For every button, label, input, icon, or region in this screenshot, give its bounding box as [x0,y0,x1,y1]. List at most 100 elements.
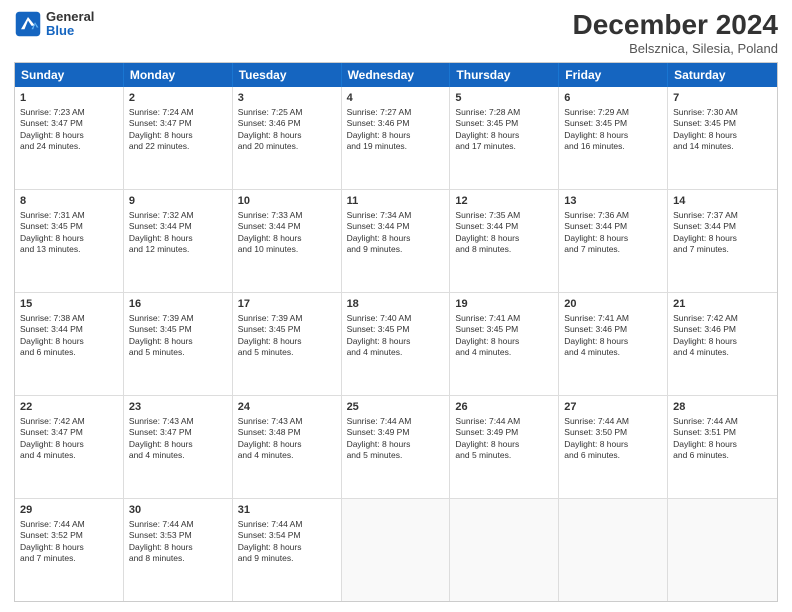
cell-info: Sunrise: 7:39 AM Sunset: 3:45 PM Dayligh… [129,313,227,359]
cal-cell-28: 28Sunrise: 7:44 AM Sunset: 3:51 PM Dayli… [668,396,777,498]
cal-cell-21: 21Sunrise: 7:42 AM Sunset: 3:46 PM Dayli… [668,293,777,395]
logo-icon [14,10,42,38]
cal-cell-4: 4Sunrise: 7:27 AM Sunset: 3:46 PM Daylig… [342,87,451,189]
cal-cell-3: 3Sunrise: 7:25 AM Sunset: 3:46 PM Daylig… [233,87,342,189]
day-number: 6 [564,91,662,106]
cal-cell-29: 29Sunrise: 7:44 AM Sunset: 3:52 PM Dayli… [15,499,124,601]
day-number: 30 [129,503,227,518]
cal-cell-24: 24Sunrise: 7:43 AM Sunset: 3:48 PM Dayli… [233,396,342,498]
title-block: December 2024 Belsznica, Silesia, Poland [573,10,778,56]
cal-cell-empty [450,499,559,601]
cell-info: Sunrise: 7:34 AM Sunset: 3:44 PM Dayligh… [347,210,445,256]
day-number: 23 [129,400,227,415]
day-number: 4 [347,91,445,106]
logo-line2: Blue [46,24,94,38]
cell-info: Sunrise: 7:27 AM Sunset: 3:46 PM Dayligh… [347,107,445,153]
day-number: 9 [129,194,227,209]
cal-cell-2: 2Sunrise: 7:24 AM Sunset: 3:47 PM Daylig… [124,87,233,189]
cell-info: Sunrise: 7:43 AM Sunset: 3:48 PM Dayligh… [238,416,336,462]
cal-cell-6: 6Sunrise: 7:29 AM Sunset: 3:45 PM Daylig… [559,87,668,189]
cal-cell-23: 23Sunrise: 7:43 AM Sunset: 3:47 PM Dayli… [124,396,233,498]
cal-header-thursday: Thursday [450,63,559,87]
cal-cell-15: 15Sunrise: 7:38 AM Sunset: 3:44 PM Dayli… [15,293,124,395]
cell-info: Sunrise: 7:44 AM Sunset: 3:54 PM Dayligh… [238,519,336,565]
cell-info: Sunrise: 7:42 AM Sunset: 3:47 PM Dayligh… [20,416,118,462]
cal-header-tuesday: Tuesday [233,63,342,87]
logo: General Blue [14,10,94,39]
cal-cell-10: 10Sunrise: 7:33 AM Sunset: 3:44 PM Dayli… [233,190,342,292]
cal-cell-31: 31Sunrise: 7:44 AM Sunset: 3:54 PM Dayli… [233,499,342,601]
cell-info: Sunrise: 7:44 AM Sunset: 3:49 PM Dayligh… [455,416,553,462]
day-number: 10 [238,194,336,209]
header: General Blue December 2024 Belsznica, Si… [14,10,778,56]
cal-row-3: 15Sunrise: 7:38 AM Sunset: 3:44 PM Dayli… [15,293,777,396]
day-number: 7 [673,91,772,106]
logo-text: General Blue [46,10,94,39]
cal-row-1: 1Sunrise: 7:23 AM Sunset: 3:47 PM Daylig… [15,87,777,190]
cell-info: Sunrise: 7:25 AM Sunset: 3:46 PM Dayligh… [238,107,336,153]
day-number: 3 [238,91,336,106]
cell-info: Sunrise: 7:29 AM Sunset: 3:45 PM Dayligh… [564,107,662,153]
cal-cell-22: 22Sunrise: 7:42 AM Sunset: 3:47 PM Dayli… [15,396,124,498]
cell-info: Sunrise: 7:44 AM Sunset: 3:53 PM Dayligh… [129,519,227,565]
cal-cell-19: 19Sunrise: 7:41 AM Sunset: 3:45 PM Dayli… [450,293,559,395]
cell-info: Sunrise: 7:23 AM Sunset: 3:47 PM Dayligh… [20,107,118,153]
day-number: 26 [455,400,553,415]
day-number: 29 [20,503,118,518]
cal-cell-26: 26Sunrise: 7:44 AM Sunset: 3:49 PM Dayli… [450,396,559,498]
cell-info: Sunrise: 7:31 AM Sunset: 3:45 PM Dayligh… [20,210,118,256]
cal-row-2: 8Sunrise: 7:31 AM Sunset: 3:45 PM Daylig… [15,190,777,293]
cal-cell-17: 17Sunrise: 7:39 AM Sunset: 3:45 PM Dayli… [233,293,342,395]
cell-info: Sunrise: 7:44 AM Sunset: 3:49 PM Dayligh… [347,416,445,462]
cal-cell-empty [668,499,777,601]
cell-info: Sunrise: 7:44 AM Sunset: 3:50 PM Dayligh… [564,416,662,462]
page-title: December 2024 [573,10,778,41]
cal-cell-5: 5Sunrise: 7:28 AM Sunset: 3:45 PM Daylig… [450,87,559,189]
cal-cell-9: 9Sunrise: 7:32 AM Sunset: 3:44 PM Daylig… [124,190,233,292]
day-number: 19 [455,297,553,312]
day-number: 17 [238,297,336,312]
day-number: 28 [673,400,772,415]
cal-row-4: 22Sunrise: 7:42 AM Sunset: 3:47 PM Dayli… [15,396,777,499]
day-number: 25 [347,400,445,415]
cell-info: Sunrise: 7:44 AM Sunset: 3:51 PM Dayligh… [673,416,772,462]
day-number: 22 [20,400,118,415]
cal-cell-18: 18Sunrise: 7:40 AM Sunset: 3:45 PM Dayli… [342,293,451,395]
cal-cell-1: 1Sunrise: 7:23 AM Sunset: 3:47 PM Daylig… [15,87,124,189]
calendar-header: SundayMondayTuesdayWednesdayThursdayFrid… [15,63,777,87]
cal-header-sunday: Sunday [15,63,124,87]
cell-info: Sunrise: 7:28 AM Sunset: 3:45 PM Dayligh… [455,107,553,153]
cell-info: Sunrise: 7:37 AM Sunset: 3:44 PM Dayligh… [673,210,772,256]
cell-info: Sunrise: 7:42 AM Sunset: 3:46 PM Dayligh… [673,313,772,359]
cal-header-saturday: Saturday [668,63,777,87]
cell-info: Sunrise: 7:41 AM Sunset: 3:46 PM Dayligh… [564,313,662,359]
day-number: 13 [564,194,662,209]
cal-cell-20: 20Sunrise: 7:41 AM Sunset: 3:46 PM Dayli… [559,293,668,395]
cal-row-5: 29Sunrise: 7:44 AM Sunset: 3:52 PM Dayli… [15,499,777,601]
day-number: 2 [129,91,227,106]
cal-header-friday: Friday [559,63,668,87]
cell-info: Sunrise: 7:44 AM Sunset: 3:52 PM Dayligh… [20,519,118,565]
cell-info: Sunrise: 7:32 AM Sunset: 3:44 PM Dayligh… [129,210,227,256]
cal-cell-11: 11Sunrise: 7:34 AM Sunset: 3:44 PM Dayli… [342,190,451,292]
cell-info: Sunrise: 7:30 AM Sunset: 3:45 PM Dayligh… [673,107,772,153]
day-number: 31 [238,503,336,518]
day-number: 24 [238,400,336,415]
page-subtitle: Belsznica, Silesia, Poland [573,41,778,56]
cal-cell-empty [559,499,668,601]
cell-info: Sunrise: 7:38 AM Sunset: 3:44 PM Dayligh… [20,313,118,359]
cal-cell-14: 14Sunrise: 7:37 AM Sunset: 3:44 PM Dayli… [668,190,777,292]
calendar: SundayMondayTuesdayWednesdayThursdayFrid… [14,62,778,602]
cal-header-wednesday: Wednesday [342,63,451,87]
day-number: 16 [129,297,227,312]
cell-info: Sunrise: 7:24 AM Sunset: 3:47 PM Dayligh… [129,107,227,153]
cell-info: Sunrise: 7:36 AM Sunset: 3:44 PM Dayligh… [564,210,662,256]
cal-cell-25: 25Sunrise: 7:44 AM Sunset: 3:49 PM Dayli… [342,396,451,498]
cal-cell-empty [342,499,451,601]
day-number: 18 [347,297,445,312]
cal-cell-27: 27Sunrise: 7:44 AM Sunset: 3:50 PM Dayli… [559,396,668,498]
cell-info: Sunrise: 7:41 AM Sunset: 3:45 PM Dayligh… [455,313,553,359]
day-number: 5 [455,91,553,106]
cal-cell-8: 8Sunrise: 7:31 AM Sunset: 3:45 PM Daylig… [15,190,124,292]
day-number: 14 [673,194,772,209]
